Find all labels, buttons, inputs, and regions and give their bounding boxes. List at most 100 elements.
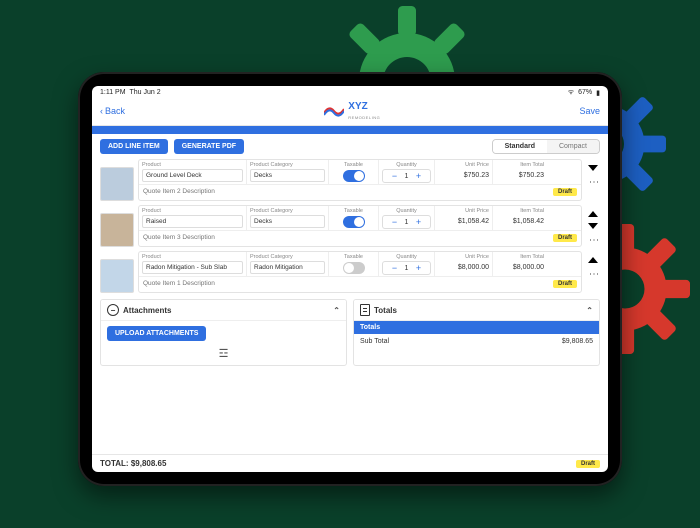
totals-bar: Totals xyxy=(354,321,599,334)
brand-sub: REMODELING xyxy=(348,115,380,120)
item-total-value: $1,058.42 xyxy=(496,215,544,225)
col-unit-price: Unit Price xyxy=(438,162,489,168)
footer: TOTAL: $9,808.65 Draft xyxy=(92,454,608,472)
line-item: ProductRadon Mitigation - Sub Slab Produ… xyxy=(100,251,600,293)
totals-header[interactable]: Totals ⌃ xyxy=(354,300,599,321)
more-menu-icon[interactable] xyxy=(591,177,595,186)
view-segmented-control[interactable]: Standard Compact xyxy=(492,139,600,154)
taxable-toggle[interactable] xyxy=(343,170,365,182)
col-taxable: Taxable xyxy=(332,208,375,214)
subtotal-label: Sub Total xyxy=(360,338,389,345)
item-total-value: $8,000.00 xyxy=(496,261,544,271)
col-item-total: Item Total xyxy=(496,254,544,260)
description-input[interactable] xyxy=(139,277,549,290)
quantity-stepper[interactable]: −1+ xyxy=(382,261,431,275)
category-input[interactable]: Radon Mitigation xyxy=(250,261,325,274)
save-button[interactable]: Save xyxy=(579,106,600,116)
move-up-icon[interactable] xyxy=(588,211,598,217)
quantity-stepper[interactable]: −1+ xyxy=(382,169,431,183)
upload-attachments-button[interactable]: UPLOAD ATTACHMENTS xyxy=(107,326,206,341)
col-taxable: Taxable xyxy=(332,254,375,260)
attachments-panel: −Attachments ⌃ UPLOAD ATTACHMENTS ☲ xyxy=(100,299,347,366)
status-badge: Draft xyxy=(553,280,577,288)
quantity-stepper[interactable]: −1+ xyxy=(382,215,431,229)
col-product: Product xyxy=(142,162,243,168)
col-unit-price: Unit Price xyxy=(438,254,489,260)
footer-total-value: $9,808.65 xyxy=(131,459,167,468)
brand-name: XYZ xyxy=(348,101,367,112)
status-badge: Draft xyxy=(553,188,577,196)
footer-status-badge: Draft xyxy=(576,460,600,468)
subtotal-value: $9,808.65 xyxy=(562,338,593,345)
taxable-toggle[interactable] xyxy=(343,216,365,228)
item-total-value: $750.23 xyxy=(496,169,544,179)
tablet-frame: 1:11 PM Thu Jun 2 ᯤ 67% ▮ ‹ Back XYZ REM… xyxy=(78,72,622,486)
qty-value: 1 xyxy=(401,219,413,226)
screen: 1:11 PM Thu Jun 2 ᯤ 67% ▮ ‹ Back XYZ REM… xyxy=(92,86,608,472)
qty-value: 1 xyxy=(401,265,413,272)
qty-plus[interactable]: + xyxy=(413,264,425,273)
move-down-icon[interactable] xyxy=(588,223,598,229)
attachments-title: Attachments xyxy=(123,306,171,315)
col-category: Product Category xyxy=(250,254,325,260)
col-product: Product xyxy=(142,208,243,214)
back-label: Back xyxy=(105,106,125,116)
item-thumbnail[interactable] xyxy=(100,213,134,247)
col-unit-price: Unit Price xyxy=(438,208,489,214)
status-badge: Draft xyxy=(553,234,577,242)
col-category: Product Category xyxy=(250,208,325,214)
battery-icon: ▮ xyxy=(596,89,600,97)
line-item: ProductGround Level Deck Product Categor… xyxy=(100,159,600,201)
more-menu-icon[interactable] xyxy=(591,235,595,244)
move-down-icon[interactable] xyxy=(588,165,598,171)
attachments-header[interactable]: −Attachments ⌃ xyxy=(101,300,346,321)
wifi-icon: ᯤ xyxy=(568,88,574,97)
battery-label: 67% xyxy=(578,89,592,96)
item-thumbnail[interactable] xyxy=(100,259,134,293)
seg-compact[interactable]: Compact xyxy=(547,140,599,153)
col-taxable: Taxable xyxy=(332,162,375,168)
back-button[interactable]: ‹ Back xyxy=(100,106,125,116)
qty-minus[interactable]: − xyxy=(389,264,401,273)
move-up-icon[interactable] xyxy=(588,257,598,263)
line-item: ProductRaised Product CategoryDecks Taxa… xyxy=(100,205,600,247)
unit-price-value: $8,000.00 xyxy=(438,261,489,271)
line-items: ProductGround Level Deck Product Categor… xyxy=(92,159,608,297)
document-icon xyxy=(360,304,370,316)
item-thumbnail[interactable] xyxy=(100,167,134,201)
list-icon: ☲ xyxy=(107,347,340,360)
product-input[interactable]: Radon Mitigation - Sub Slab xyxy=(142,261,243,274)
app-header: ‹ Back XYZ REMODELING Save xyxy=(92,99,608,126)
footer-total-label: TOTAL: xyxy=(100,459,129,468)
description-input[interactable] xyxy=(139,231,549,244)
generate-pdf-button[interactable]: GENERATE PDF xyxy=(174,139,244,154)
category-input[interactable]: Decks xyxy=(250,215,325,228)
brand-logo: XYZ REMODELING xyxy=(324,101,380,121)
minus-circle-icon: − xyxy=(107,304,119,316)
chevron-left-icon: ‹ xyxy=(100,106,103,116)
seg-standard[interactable]: Standard xyxy=(493,140,547,153)
taxable-toggle[interactable] xyxy=(343,262,365,274)
col-quantity: Quantity xyxy=(382,162,431,168)
bottom-panels: −Attachments ⌃ UPLOAD ATTACHMENTS ☲ Tota… xyxy=(92,299,608,366)
accent-bar xyxy=(92,126,608,134)
add-line-item-button[interactable]: ADD LINE ITEM xyxy=(100,139,168,154)
qty-plus[interactable]: + xyxy=(413,172,425,181)
col-quantity: Quantity xyxy=(382,208,431,214)
product-input[interactable]: Raised xyxy=(142,215,243,228)
category-input[interactable]: Decks xyxy=(250,169,325,182)
more-menu-icon[interactable] xyxy=(591,269,595,278)
qty-minus[interactable]: − xyxy=(389,172,401,181)
qty-minus[interactable]: − xyxy=(389,218,401,227)
status-date: Thu Jun 2 xyxy=(129,89,160,96)
unit-price-value: $750.23 xyxy=(438,169,489,179)
logo-icon xyxy=(324,105,344,117)
unit-price-value: $1,058.42 xyxy=(438,215,489,225)
qty-value: 1 xyxy=(401,173,413,180)
col-item-total: Item Total xyxy=(496,208,544,214)
product-input[interactable]: Ground Level Deck xyxy=(142,169,243,182)
description-input[interactable] xyxy=(139,185,549,198)
status-bar: 1:11 PM Thu Jun 2 ᯤ 67% ▮ xyxy=(92,86,608,99)
totals-panel: Totals ⌃ Totals Sub Total $9,808.65 xyxy=(353,299,600,366)
qty-plus[interactable]: + xyxy=(413,218,425,227)
